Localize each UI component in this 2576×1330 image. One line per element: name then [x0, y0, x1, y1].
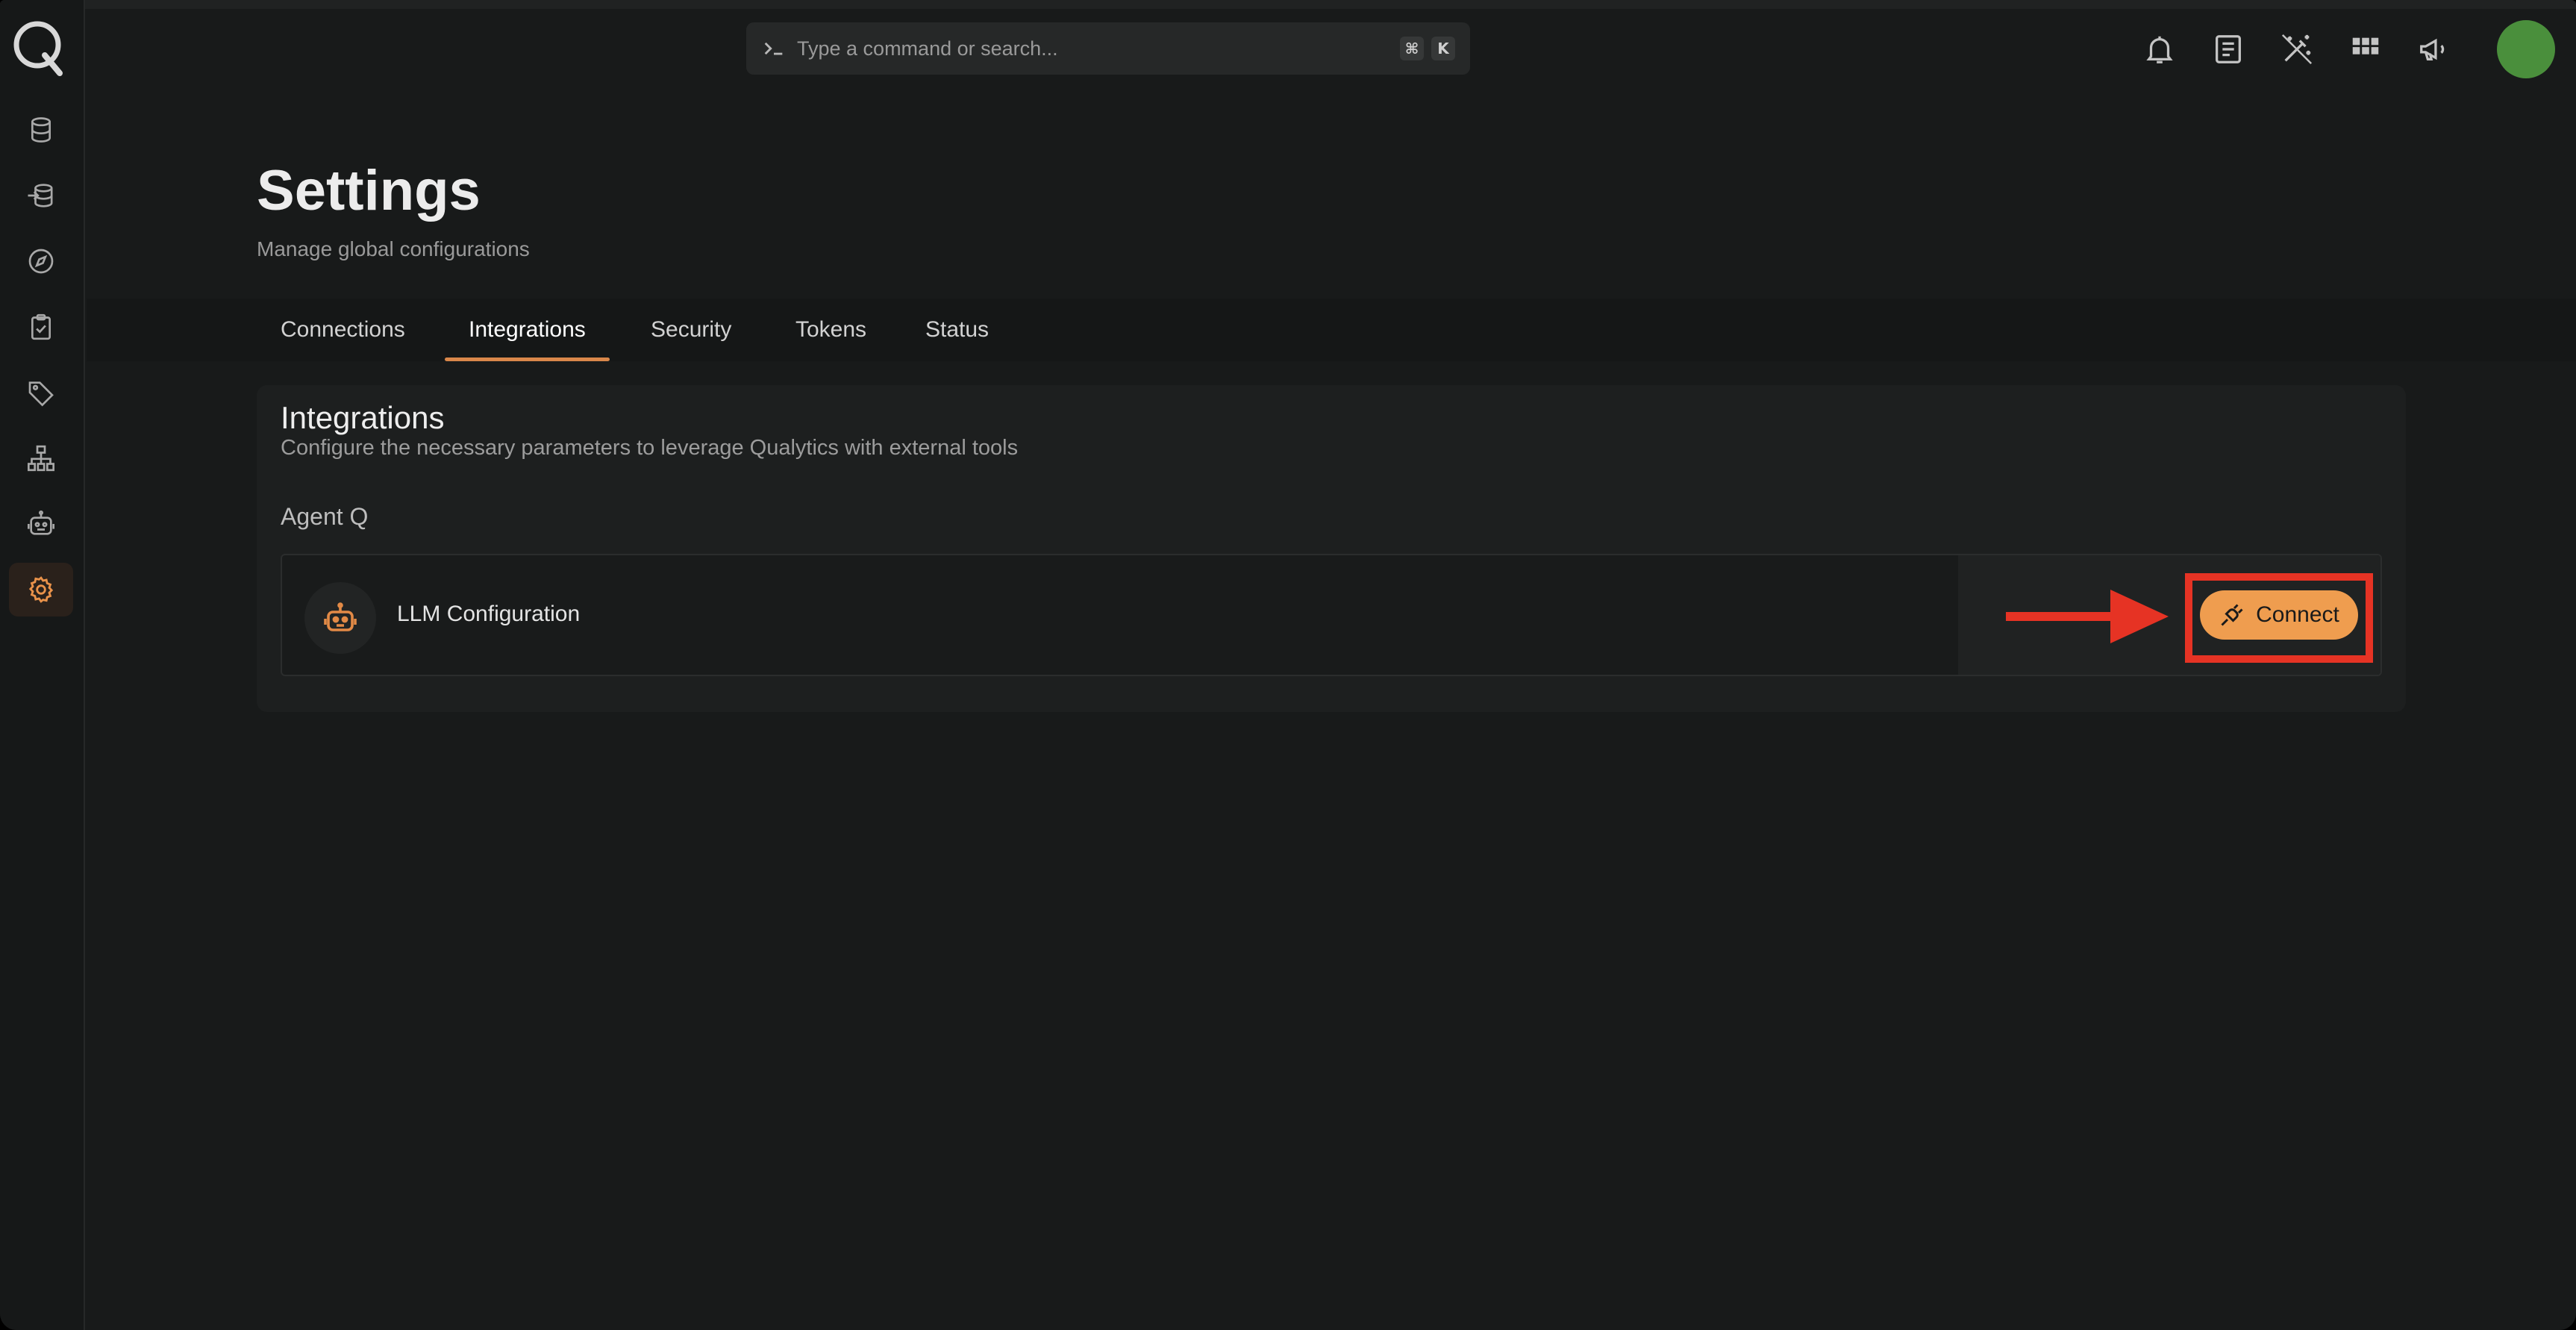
sidebar-item-explore[interactable]: [9, 234, 73, 288]
terminal-prompt-icon: [764, 42, 783, 55]
import-database-icon: [28, 184, 53, 207]
compass-icon: [28, 249, 54, 274]
tab-status[interactable]: Status: [901, 299, 1013, 361]
integration-icon-container: [304, 582, 376, 654]
robot-icon: [324, 602, 357, 631]
plug-icon: [2221, 604, 2243, 626]
announcements-button[interactable]: [2416, 31, 2452, 67]
qualytics-logo[interactable]: [10, 18, 67, 78]
tab-security[interactable]: Security: [627, 299, 755, 361]
integration-label: LLM Configuration: [397, 602, 581, 626]
megaphone-icon: [2420, 38, 2445, 61]
panel-description: Configure the necessary parameters to le…: [281, 436, 1019, 460]
search-placeholder[interactable]: Type a command or search...: [797, 37, 1392, 60]
database-icon: [31, 117, 51, 143]
magic-button[interactable]: [2279, 31, 2315, 67]
sidebar-item-lineage[interactable]: [9, 431, 73, 485]
tab-tokens[interactable]: Tokens: [772, 299, 890, 361]
panel-title: Integrations: [281, 400, 445, 435]
sidebar-item-checks[interactable]: [9, 300, 73, 354]
annotation-arrow: [2006, 590, 2169, 643]
notifications-button[interactable]: [2142, 31, 2178, 67]
docs-button[interactable]: [2210, 31, 2246, 67]
sidebar-item-settings[interactable]: [9, 563, 73, 616]
sitemap-icon: [28, 445, 54, 472]
clipboard-check-icon: [31, 313, 51, 340]
header-actions: [2142, 19, 2485, 79]
document-icon: [2216, 35, 2241, 63]
sidebar-item-tags[interactable]: [9, 366, 73, 419]
robot-icon: [28, 511, 54, 535]
apps-grid-icon: [2352, 37, 2379, 54]
page-subtitle: Manage global configurations: [257, 237, 530, 260]
sidebar: [0, 0, 85, 1330]
gear-icon: [28, 576, 54, 603]
tag-icon: [28, 381, 54, 407]
tab-integrations[interactable]: Integrations: [445, 299, 610, 361]
connect-button-label: Connect: [2256, 602, 2339, 627]
app-window: Type a command or search... ⌘ K Settings…: [0, 0, 2576, 1330]
shortcut-k-key: K: [1431, 37, 1455, 60]
user-avatar[interactable]: [2497, 20, 2555, 78]
page-title: Settings: [257, 159, 481, 222]
integrations-panel: Integrations Configure the necessary par…: [257, 385, 2406, 712]
tab-connections[interactable]: Connections: [257, 299, 429, 361]
command-search[interactable]: Type a command or search... ⌘ K: [746, 22, 1470, 75]
shortcut-cmd-key: ⌘: [1400, 37, 1424, 60]
magic-wand-icon: [2281, 34, 2313, 65]
apps-button[interactable]: [2348, 31, 2383, 67]
section-label-agent-q: Agent Q: [281, 503, 369, 530]
connect-button[interactable]: Connect: [2200, 590, 2358, 640]
bell-icon: [2146, 36, 2173, 63]
sidebar-item-agent[interactable]: [9, 497, 73, 551]
sidebar-item-datastores[interactable]: [9, 103, 73, 157]
sidebar-item-import[interactable]: [9, 169, 73, 222]
window-top-strip: [0, 0, 2576, 9]
